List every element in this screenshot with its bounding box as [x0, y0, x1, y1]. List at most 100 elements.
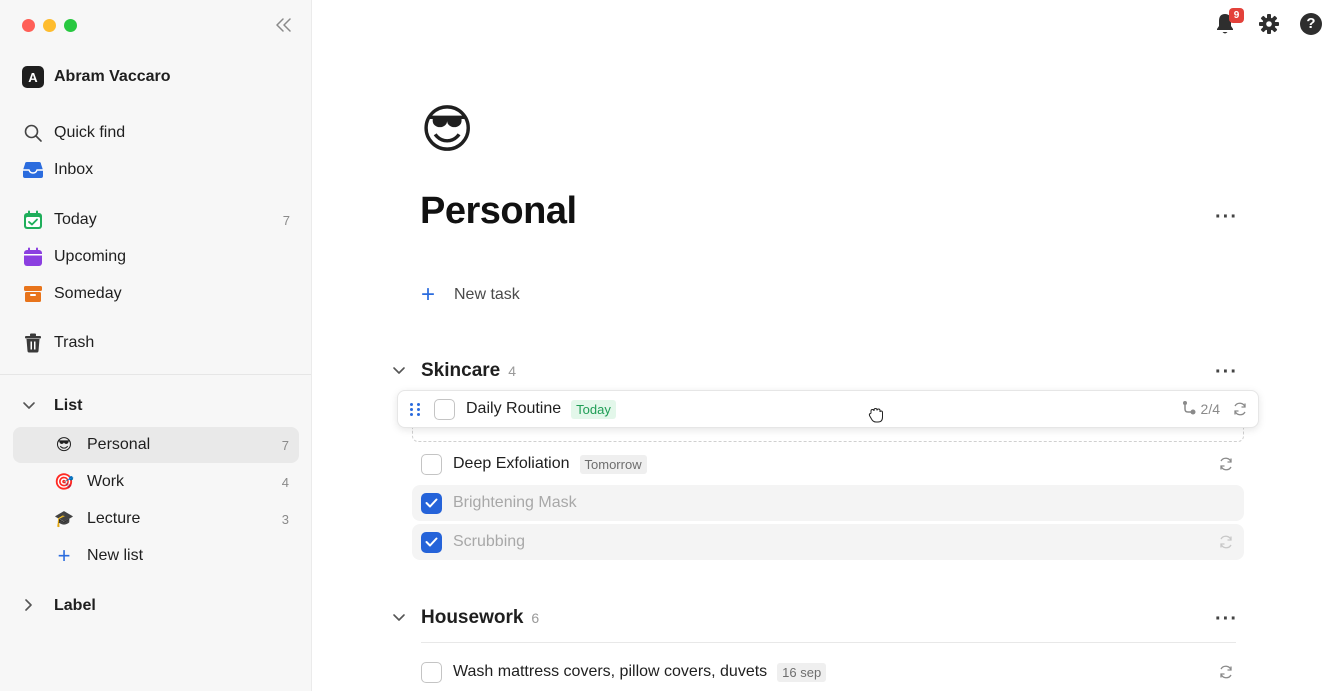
- inbox-icon: [22, 159, 44, 181]
- workspace-user[interactable]: A Abram Vaccaro: [22, 66, 171, 88]
- sidebar-item-someday[interactable]: Someday: [22, 278, 298, 310]
- plus-icon: +: [57, 543, 71, 568]
- sidebar-item-label: Quick find: [54, 124, 126, 141]
- group-divider: [421, 642, 1236, 643]
- graduation-cap-emoji-icon: 🎓: [54, 511, 74, 528]
- sidebar-item-work[interactable]: 🎯 Work 4: [13, 464, 299, 500]
- bell-icon: [1214, 14, 1236, 40]
- chevron-down-icon: [392, 611, 408, 626]
- avatar: A: [22, 66, 44, 88]
- task-checkbox-checked[interactable]: [421, 492, 442, 514]
- zoom-window-button[interactable]: [64, 19, 77, 32]
- repeat-icon: [1218, 456, 1234, 472]
- subtask-icon: [1181, 400, 1197, 419]
- new-list-button[interactable]: + New list: [13, 538, 299, 574]
- group-more-options-icon[interactable]: ···: [1215, 609, 1238, 629]
- sidebar-item-label: Lecture: [87, 510, 141, 527]
- notifications-button[interactable]: 9: [1214, 8, 1244, 36]
- group-count: 6: [531, 610, 540, 626]
- calendar-icon: [22, 246, 44, 268]
- collapse-sidebar-icon[interactable]: [274, 16, 294, 36]
- archive-box-icon: [22, 283, 44, 305]
- repeat-icon: [1218, 534, 1234, 550]
- new-list-label: New list: [87, 547, 144, 564]
- calendar-check-icon: [22, 209, 44, 231]
- sidebar-divider: [0, 374, 311, 375]
- count-badge: 4: [281, 474, 289, 490]
- page-emoji[interactable]: 😎: [420, 100, 474, 160]
- new-task-label: New task: [454, 286, 520, 303]
- subtask-count-text: 2/4: [1200, 401, 1220, 417]
- page-more-options-icon[interactable]: ···: [1215, 207, 1238, 227]
- task-title: Scrubbing: [453, 533, 526, 550]
- task-row-dragging[interactable]: Daily Routine Today 2/4: [397, 390, 1259, 428]
- task-title: Brightening Mask: [453, 494, 577, 511]
- trash-icon: [22, 332, 44, 354]
- due-date-chip[interactable]: 16 sep: [777, 662, 827, 682]
- gear-icon: [1258, 14, 1280, 39]
- page-title[interactable]: Personal: [420, 190, 577, 233]
- sidebar-item-label: Trash: [54, 334, 95, 351]
- repeat-icon: [1232, 401, 1248, 417]
- task-checkbox[interactable]: [421, 661, 442, 683]
- due-date-chip[interactable]: Today: [571, 399, 616, 419]
- window-controls: [22, 19, 77, 32]
- repeat-icon: [1218, 664, 1234, 680]
- count-badge: 3: [281, 511, 289, 527]
- minimize-window-button[interactable]: [43, 19, 56, 32]
- sidebar-item-today[interactable]: Today 7: [22, 204, 298, 236]
- group-title: Housework: [421, 607, 524, 628]
- drag-handle-icon[interactable]: [410, 402, 424, 416]
- chevron-right-icon: [22, 598, 42, 614]
- new-task-button[interactable]: + New task: [421, 281, 520, 309]
- sidebar-item-label: Someday: [54, 285, 122, 302]
- group-header-skincare[interactable]: Skincare 4: [392, 357, 516, 385]
- help-button[interactable]: ?: [1300, 13, 1322, 35]
- sidebar-item-label: Upcoming: [54, 248, 127, 265]
- count-badge: 7: [282, 212, 290, 228]
- task-checkbox-checked[interactable]: [421, 531, 442, 553]
- question-mark-icon: ?: [1306, 15, 1316, 32]
- list-section-toggle[interactable]: List: [22, 392, 82, 420]
- label-section-label: Label: [54, 597, 96, 614]
- group-count: 4: [508, 363, 517, 379]
- task-row-completed[interactable]: Scrubbing: [412, 524, 1244, 560]
- sidebar-item-label: Today: [54, 211, 97, 228]
- plus-icon: +: [421, 281, 436, 308]
- task-title: Daily Routine: [466, 400, 562, 417]
- sidebar-item-label: Work: [87, 473, 125, 490]
- top-toolbar: 9 ?: [1214, 8, 1322, 36]
- count-badge: 7: [281, 437, 289, 453]
- task-row[interactable]: Deep Exfoliation Tomorrow: [412, 446, 1244, 482]
- sunglasses-emoji-icon: 😎: [55, 437, 73, 454]
- notification-count-badge: 9: [1229, 8, 1244, 23]
- sidebar-item-inbox[interactable]: Inbox: [22, 154, 298, 186]
- sidebar-item-upcoming[interactable]: Upcoming: [22, 241, 298, 273]
- group-header-housework[interactable]: Housework 6: [392, 604, 539, 632]
- task-checkbox[interactable]: [434, 398, 455, 420]
- drop-placeholder: [412, 428, 1244, 442]
- sidebar-item-lecture[interactable]: 🎓 Lecture 3: [13, 501, 299, 537]
- task-title: Deep Exfoliation: [453, 455, 570, 472]
- task-row-completed[interactable]: Brightening Mask: [412, 485, 1244, 521]
- list-section-label: List: [54, 397, 83, 414]
- task-checkbox[interactable]: [421, 453, 442, 475]
- task-row[interactable]: Wash mattress covers, pillow covers, duv…: [412, 654, 1244, 690]
- group-more-options-icon[interactable]: ···: [1215, 362, 1238, 382]
- chevron-down-icon: [22, 398, 42, 414]
- sidebar-item-quick-find[interactable]: Quick find: [22, 117, 298, 149]
- close-window-button[interactable]: [22, 19, 35, 32]
- subtask-count: 2/4: [1181, 400, 1220, 419]
- group-title: Skincare: [421, 360, 501, 381]
- sidebar-item-label: Personal: [87, 436, 151, 453]
- sidebar-item-trash[interactable]: Trash: [22, 327, 298, 359]
- chevron-down-icon: [392, 364, 408, 379]
- sidebar-item-personal[interactable]: 😎 Personal 7: [13, 427, 299, 463]
- grab-cursor-icon: [868, 406, 884, 424]
- due-date-chip[interactable]: Tomorrow: [579, 454, 647, 474]
- sidebar-item-label: Inbox: [54, 161, 94, 178]
- label-section-toggle[interactable]: Label: [22, 592, 96, 620]
- user-name: Abram Vaccaro: [54, 68, 171, 85]
- settings-button[interactable]: [1258, 13, 1280, 35]
- sidebar: A Abram Vaccaro Quick find Inbox Today 7…: [0, 0, 312, 691]
